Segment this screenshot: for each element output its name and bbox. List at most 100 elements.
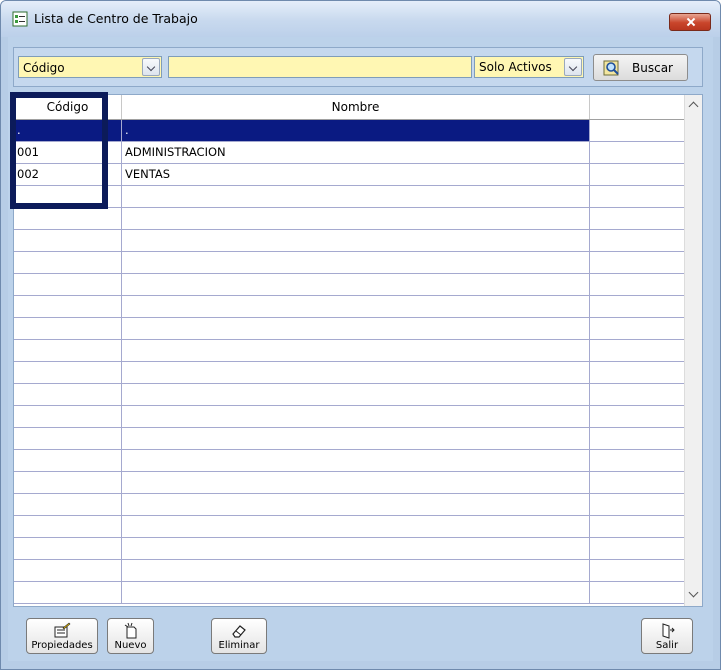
- cell-nombre[interactable]: [122, 538, 590, 559]
- cell-codigo[interactable]: [14, 296, 122, 317]
- cell-codigo[interactable]: [14, 274, 122, 295]
- cell-codigo[interactable]: [14, 384, 122, 405]
- cell-codigo[interactable]: [14, 582, 122, 603]
- table-row[interactable]: 002 VENTAS: [14, 164, 684, 186]
- table-row[interactable]: 001 ADMINISTRACION: [14, 142, 684, 164]
- vertical-scrollbar[interactable]: [684, 95, 702, 606]
- cell-codigo[interactable]: [14, 450, 122, 471]
- table-row[interactable]: [14, 472, 684, 494]
- cell-extra[interactable]: [590, 120, 684, 141]
- status-select[interactable]: Solo Activos: [474, 56, 584, 78]
- cell-extra[interactable]: [590, 428, 684, 449]
- cell-extra[interactable]: [590, 582, 684, 603]
- cell-codigo[interactable]: [14, 186, 122, 207]
- cell-codigo[interactable]: .: [14, 120, 122, 141]
- cell-nombre[interactable]: .: [122, 120, 590, 141]
- table-row[interactable]: [14, 208, 684, 230]
- cell-extra[interactable]: [590, 186, 684, 207]
- search-button[interactable]: Buscar: [593, 54, 688, 81]
- table-row[interactable]: [14, 252, 684, 274]
- exit-button[interactable]: Salir: [641, 618, 693, 654]
- cell-codigo[interactable]: [14, 472, 122, 493]
- table-row[interactable]: [14, 538, 684, 560]
- cell-nombre[interactable]: [122, 340, 590, 361]
- table-row[interactable]: [14, 274, 684, 296]
- cell-codigo[interactable]: [14, 494, 122, 515]
- table-row[interactable]: [14, 362, 684, 384]
- table-row[interactable]: [14, 516, 684, 538]
- close-button[interactable]: [669, 13, 711, 31]
- cell-nombre[interactable]: [122, 428, 590, 449]
- cell-extra[interactable]: [590, 384, 684, 405]
- cell-nombre[interactable]: [122, 494, 590, 515]
- cell-nombre[interactable]: [122, 362, 590, 383]
- cell-nombre[interactable]: [122, 230, 590, 251]
- cell-nombre[interactable]: [122, 384, 590, 405]
- properties-button[interactable]: Propiedades: [26, 618, 98, 654]
- table-row[interactable]: [14, 406, 684, 428]
- cell-codigo[interactable]: [14, 516, 122, 537]
- cell-codigo[interactable]: [14, 340, 122, 361]
- cell-nombre[interactable]: ADMINISTRACION: [122, 142, 590, 163]
- search-input[interactable]: [168, 56, 472, 78]
- cell-extra[interactable]: [590, 230, 684, 251]
- cell-codigo[interactable]: [14, 230, 122, 251]
- cell-extra[interactable]: [590, 208, 684, 229]
- cell-extra[interactable]: [590, 494, 684, 515]
- cell-extra[interactable]: [590, 472, 684, 493]
- table-row[interactable]: [14, 340, 684, 362]
- column-header-nombre[interactable]: Nombre: [122, 95, 590, 119]
- cell-codigo[interactable]: 002: [14, 164, 122, 185]
- column-header-extra[interactable]: [590, 95, 684, 119]
- cell-nombre[interactable]: [122, 318, 590, 339]
- cell-codigo[interactable]: [14, 406, 122, 427]
- new-button[interactable]: Nuevo: [107, 618, 154, 654]
- table-row[interactable]: [14, 186, 684, 208]
- cell-codigo[interactable]: [14, 252, 122, 273]
- table-row[interactable]: [14, 230, 684, 252]
- cell-nombre[interactable]: [122, 582, 590, 603]
- cell-nombre[interactable]: [122, 296, 590, 317]
- cell-nombre[interactable]: [122, 516, 590, 537]
- cell-extra[interactable]: [590, 538, 684, 559]
- cell-codigo[interactable]: [14, 208, 122, 229]
- cell-codigo[interactable]: [14, 560, 122, 581]
- cell-extra[interactable]: [590, 406, 684, 427]
- cell-extra[interactable]: [590, 318, 684, 339]
- cell-codigo[interactable]: [14, 538, 122, 559]
- table-row[interactable]: [14, 560, 684, 582]
- table-row[interactable]: [14, 450, 684, 472]
- cell-extra[interactable]: [590, 560, 684, 581]
- cell-extra[interactable]: [590, 340, 684, 361]
- cell-nombre[interactable]: [122, 560, 590, 581]
- cell-extra[interactable]: [590, 296, 684, 317]
- table-row[interactable]: ..: [14, 120, 684, 142]
- table-row[interactable]: [14, 384, 684, 406]
- cell-nombre[interactable]: VENTAS: [122, 164, 590, 185]
- cell-extra[interactable]: [590, 252, 684, 273]
- table-row[interactable]: [14, 582, 684, 604]
- chevron-down-icon[interactable]: [142, 58, 160, 76]
- scroll-up-icon[interactable]: [688, 101, 699, 112]
- chevron-down-icon[interactable]: [564, 58, 582, 76]
- cell-codigo[interactable]: 001: [14, 142, 122, 163]
- cell-extra[interactable]: [590, 450, 684, 471]
- cell-nombre[interactable]: [122, 450, 590, 471]
- delete-button[interactable]: Eliminar: [211, 618, 267, 654]
- cell-extra[interactable]: [590, 142, 684, 163]
- cell-extra[interactable]: [590, 362, 684, 383]
- cell-codigo[interactable]: [14, 428, 122, 449]
- cell-nombre[interactable]: [122, 186, 590, 207]
- cell-extra[interactable]: [590, 274, 684, 295]
- cell-nombre[interactable]: [122, 406, 590, 427]
- cell-codigo[interactable]: [14, 362, 122, 383]
- field-select[interactable]: Código: [18, 56, 162, 78]
- table-row[interactable]: [14, 318, 684, 340]
- table-row[interactable]: [14, 296, 684, 318]
- scroll-down-icon[interactable]: [688, 587, 699, 598]
- table-row[interactable]: [14, 494, 684, 516]
- cell-extra[interactable]: [590, 164, 684, 185]
- table-row[interactable]: [14, 428, 684, 450]
- cell-extra[interactable]: [590, 516, 684, 537]
- cell-codigo[interactable]: [14, 318, 122, 339]
